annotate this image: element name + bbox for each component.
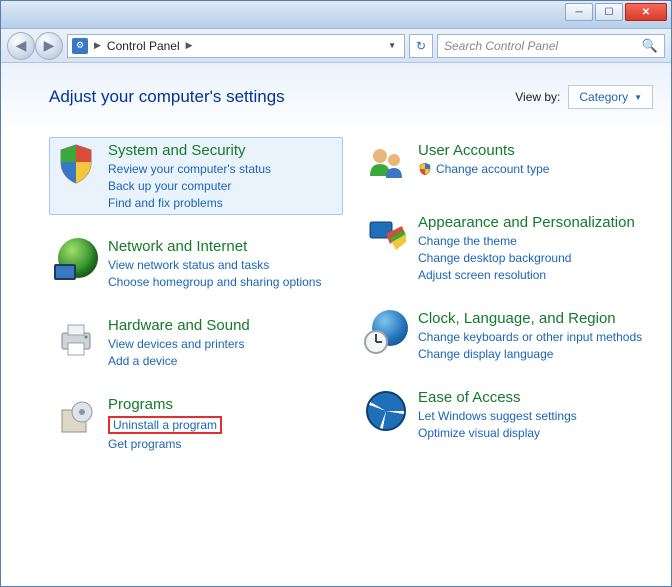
view-by-select[interactable]: Category ▼ [568,85,653,109]
link-add-device[interactable]: Add a device [108,354,250,368]
close-button[interactable]: ✕ [625,3,667,21]
highlight-uninstall: Uninstall a program [108,416,222,434]
category-column-right: User Accounts Change account type [359,137,653,456]
clock-globe-icon [364,310,408,354]
category-appearance[interactable]: Appearance and Personalization Change th… [359,209,653,287]
link-change-account-type[interactable]: Change account type [418,162,549,176]
ease-of-access-icon [364,389,408,433]
category-title[interactable]: Network and Internet [108,238,321,255]
globe-network-icon [54,238,98,282]
link-screen-resolution[interactable]: Adjust screen resolution [418,268,635,282]
category-clock-language-region[interactable]: Clock, Language, and Region Change keybo… [359,305,653,366]
programs-icon [54,396,98,440]
address-dropdown-icon[interactable]: ▼ [384,41,400,50]
refresh-button[interactable]: ↻ [409,34,433,58]
link-optimize-display[interactable]: Optimize visual display [418,426,577,440]
nav-buttons: ◀ ▶ [7,32,63,60]
link-get-programs[interactable]: Get programs [108,437,222,451]
link-text: Change account type [436,162,549,176]
minimize-button[interactable]: ─ [565,3,593,21]
link-back-up[interactable]: Back up your computer [108,179,271,193]
window-titlebar: ─ ☐ ✕ [1,1,671,29]
category-ease-of-access[interactable]: Ease of Access Let Windows suggest setti… [359,384,653,445]
breadcrumb-sep-icon: ▶ [94,40,101,51]
page-heading: Adjust your computer's settings [49,87,285,107]
link-review-status[interactable]: Review your computer's status [108,162,271,176]
view-by-label: View by: [515,90,560,104]
link-suggest-settings[interactable]: Let Windows suggest settings [418,409,577,423]
category-title[interactable]: User Accounts [418,142,549,159]
link-change-keyboards[interactable]: Change keyboards or other input methods [418,330,642,344]
category-user-accounts[interactable]: User Accounts Change account type [359,137,653,191]
control-panel-icon: ⚙ [72,38,88,54]
category-title[interactable]: Ease of Access [418,389,577,406]
breadcrumb-control-panel[interactable]: Control Panel [107,39,180,53]
address-bar[interactable]: ⚙ ▶ Control Panel ▶ ▼ [67,34,405,58]
link-find-fix[interactable]: Find and fix problems [108,196,271,210]
category-title[interactable]: Hardware and Sound [108,317,250,334]
search-placeholder: Search Control Panel [444,39,558,53]
category-system-security[interactable]: System and Security Review your computer… [49,137,343,215]
category-title[interactable]: Appearance and Personalization [418,214,635,231]
back-button[interactable]: ◀ [7,32,35,60]
category-column-left: System and Security Review your computer… [49,137,343,456]
category-title[interactable]: System and Security [108,142,271,159]
chevron-down-icon: ▼ [634,93,642,102]
category-title[interactable]: Clock, Language, and Region [418,310,642,327]
link-devices-printers[interactable]: View devices and printers [108,337,250,351]
printer-icon [54,317,98,361]
appearance-icon [364,214,408,258]
search-icon[interactable]: 🔍 [642,38,658,54]
link-network-status[interactable]: View network status and tasks [108,258,321,272]
link-homegroup[interactable]: Choose homegroup and sharing options [108,275,321,289]
search-input[interactable]: Search Control Panel 🔍 [437,34,665,58]
forward-button[interactable]: ▶ [35,32,63,60]
shield-icon [54,142,98,186]
uac-shield-icon [418,162,432,176]
link-uninstall-program[interactable]: Uninstall a program [113,418,217,432]
view-by-control: View by: Category ▼ [515,85,653,109]
link-change-background[interactable]: Change desktop background [418,251,635,265]
link-display-language[interactable]: Change display language [418,347,642,361]
navigation-bar: ◀ ▶ ⚙ ▶ Control Panel ▶ ▼ ↻ Search Contr… [1,29,671,63]
breadcrumb-sep-icon: ▶ [186,40,193,51]
category-hardware[interactable]: Hardware and Sound View devices and prin… [49,312,343,373]
category-programs[interactable]: Programs Uninstall a program Get program… [49,391,343,456]
link-change-theme[interactable]: Change the theme [418,234,635,248]
view-by-value: Category [579,90,628,104]
users-icon [364,142,408,186]
category-network[interactable]: Network and Internet View network status… [49,233,343,294]
category-title[interactable]: Programs [108,396,222,413]
content-area: Adjust your computer's settings View by:… [1,63,671,586]
maximize-button[interactable]: ☐ [595,3,623,21]
